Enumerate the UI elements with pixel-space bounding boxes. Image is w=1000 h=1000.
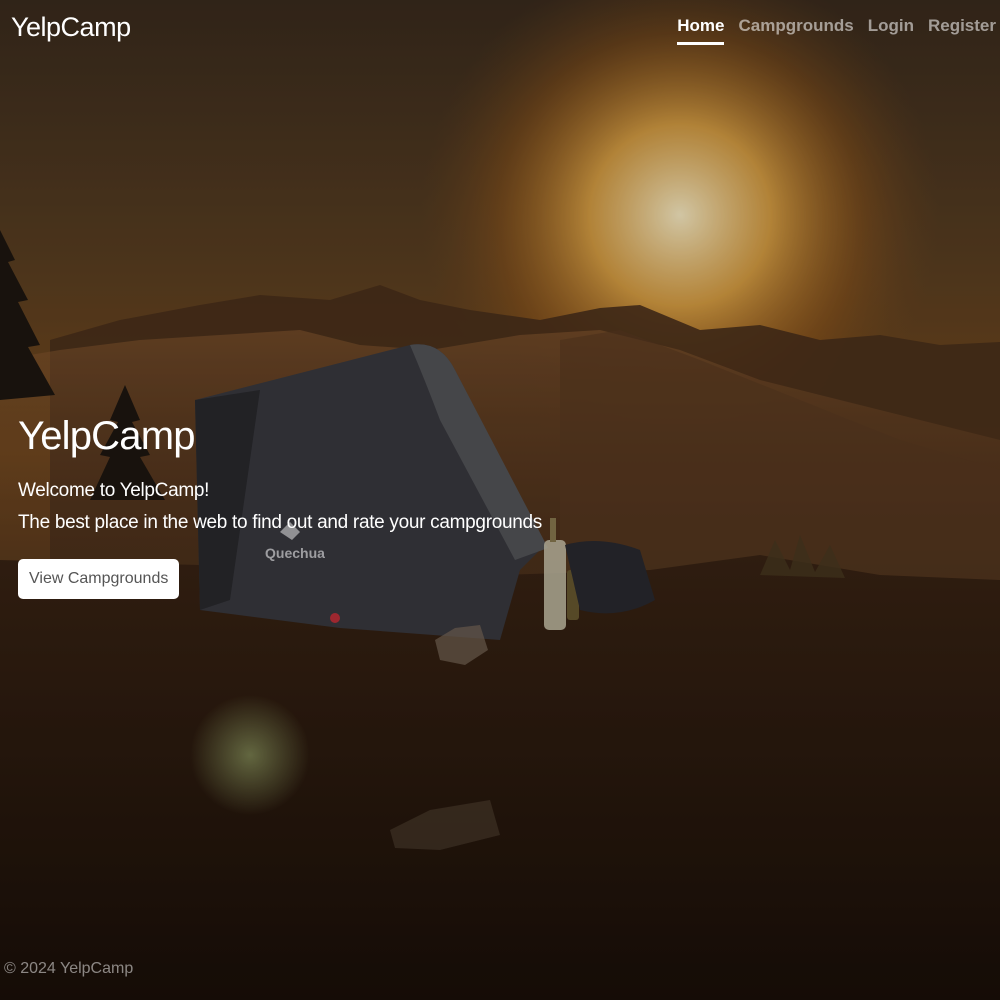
copyright-text: © 2024 YelpCamp [4, 960, 134, 977]
footer: © 2024 YelpCamp [4, 960, 133, 978]
hero-tagline-text: The best place in the web to find out an… [18, 512, 542, 533]
nav-link-register[interactable]: Register [928, 16, 996, 45]
nav-link-campgrounds[interactable]: Campgrounds [738, 16, 853, 45]
brand-logo[interactable]: YelpCamp [11, 12, 131, 43]
nav-link-home[interactable]: Home [677, 16, 725, 45]
hero-section: YelpCamp Welcome to YelpCamp! The best p… [18, 414, 542, 599]
hero-title: YelpCamp [18, 414, 195, 458]
hero-welcome-text: Welcome to YelpCamp! [18, 480, 210, 501]
view-campgrounds-button[interactable]: View Campgrounds [18, 559, 180, 599]
navbar: YelpCamp Home Campgrounds Login Register [0, 0, 1000, 56]
nav-links: Home Campgrounds Login Register [677, 16, 996, 45]
nav-link-login[interactable]: Login [868, 16, 914, 45]
hero-lead: Welcome to YelpCamp! The best place in t… [18, 475, 542, 539]
